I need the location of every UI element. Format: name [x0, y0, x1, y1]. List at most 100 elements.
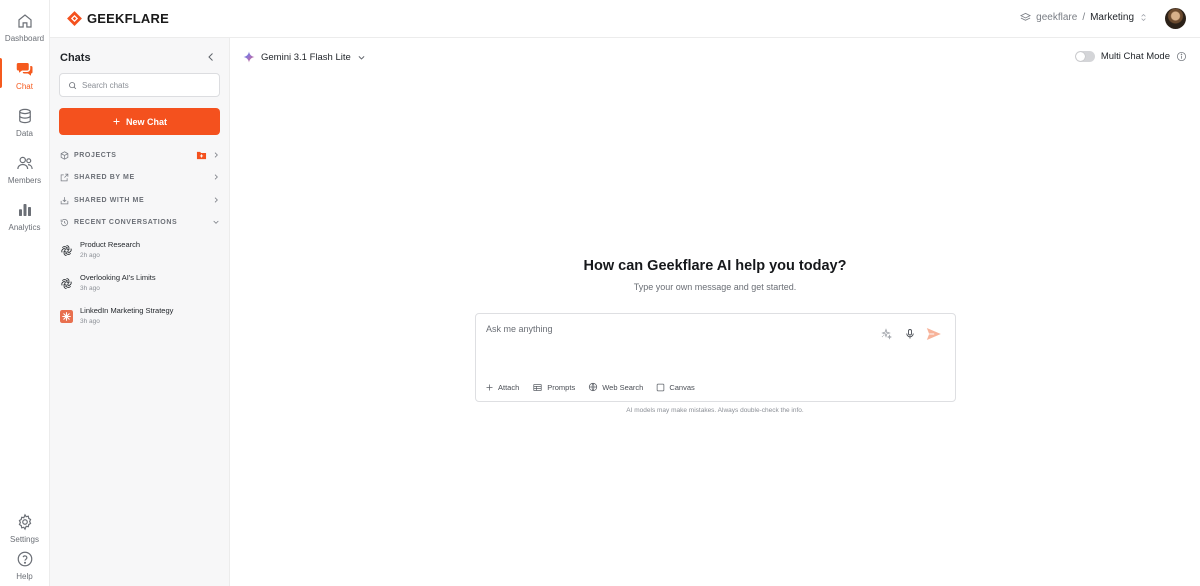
model-name: Gemini 3.1 Flash Lite [261, 51, 351, 63]
openai-icon [61, 245, 72, 256]
chevron-down-icon [358, 55, 365, 60]
section-shared-by-me[interactable]: SHARED BY ME [60, 170, 220, 184]
new-chat-button[interactable]: New Chat [59, 108, 220, 135]
section-recent-conversations[interactable]: RECENT CONVERSATIONS [60, 215, 220, 229]
rail-label: Data [16, 129, 33, 138]
search-box [59, 73, 220, 97]
geekflare-logo-icon [67, 11, 82, 26]
workspace-name: geekflare [1036, 12, 1078, 23]
history-icon [60, 218, 69, 226]
gemini-icon [243, 51, 255, 63]
help-circle-icon [17, 551, 32, 567]
attach-button[interactable]: Attach [485, 382, 519, 392]
microphone-icon[interactable] [904, 328, 916, 340]
tool-label: Attach [498, 382, 520, 392]
rail-item-analytics[interactable]: Analytics [0, 201, 49, 232]
multi-chat-control: Multi Chat Mode [1074, 51, 1187, 62]
openai-icon [61, 278, 72, 289]
chevron-right-icon [214, 174, 218, 180]
cube-icon [60, 150, 69, 160]
section-shared-with-me[interactable]: SHARED WITH ME [60, 193, 220, 207]
chat-bubbles-icon [16, 63, 32, 76]
team-name: Marketing [1090, 12, 1134, 23]
brand-name: GEEKFLARE [87, 11, 169, 26]
message-input[interactable] [486, 324, 866, 364]
chevron-right-icon [214, 152, 218, 158]
rail-label: Chat [16, 82, 33, 91]
conversation-title: LinkedIn Marketing Strategy [80, 306, 174, 315]
inbox-icon [60, 196, 69, 204]
prompts-icon [533, 383, 542, 391]
rail-item-settings[interactable]: Settings [0, 513, 49, 544]
conversation-time: 3h ago [80, 318, 100, 325]
rail-item-dashboard[interactable]: Dashboard [0, 12, 49, 43]
conversation-title: Overlooking AI's Limits [80, 273, 156, 282]
home-icon [17, 14, 32, 28]
multi-chat-toggle[interactable] [1074, 51, 1095, 62]
chevron-left-icon[interactable] [205, 51, 217, 63]
chevron-right-icon [214, 197, 218, 203]
top-header: GEEKFLARE geekflare / Marketing [50, 0, 1200, 38]
conversation-time: 2h ago [80, 252, 100, 259]
globe-icon [589, 382, 598, 392]
workspace-switcher[interactable]: geekflare / Marketing [1020, 12, 1148, 23]
rail-item-help[interactable]: Help [0, 550, 49, 581]
tool-label: Canvas [669, 382, 695, 392]
section-projects[interactable]: PROJECTS [60, 148, 220, 162]
rail-label: Settings [10, 535, 39, 544]
plus-icon [486, 384, 493, 390]
add-folder-icon[interactable] [196, 150, 207, 160]
composer-tools: Attach Prompts Web Search Canvas [485, 382, 695, 392]
new-chat-label: New Chat [125, 116, 167, 127]
layers-icon [1020, 12, 1032, 21]
prompts-button[interactable]: Prompts [532, 382, 575, 392]
bar-chart-icon [18, 204, 31, 216]
ai-disclaimer: AI models may make mistakes. Always doub… [626, 407, 804, 414]
multi-chat-label: Multi Chat Mode [1100, 51, 1170, 62]
sidebar-title: Chats [60, 52, 91, 64]
tool-label: Prompts [547, 382, 576, 392]
send-icon[interactable] [925, 326, 942, 342]
rail-label: Members [7, 176, 42, 185]
section-label: RECENT CONVERSATIONS [74, 218, 178, 226]
section-label: PROJECTS [74, 151, 117, 159]
rail-label: Dashboard [4, 34, 45, 43]
conversation-item[interactable]: Overlooking AI's Limits 3h ago [60, 272, 220, 300]
user-avatar[interactable] [1165, 8, 1186, 29]
database-icon [18, 108, 31, 124]
search-icon [69, 81, 77, 89]
conversation-time: 3h ago [80, 285, 100, 292]
rail-label: Analytics [8, 223, 41, 232]
gear-icon [18, 513, 31, 531]
chats-sidebar: Chats New Chat PROJECTS SHARED BY ME SHA… [50, 38, 230, 586]
hero-subtitle: Type your own message and get started. [633, 282, 797, 292]
claude-icon [60, 310, 73, 323]
chevron-down-icon [213, 220, 219, 224]
model-selector[interactable]: Gemini 3.1 Flash Lite [243, 51, 366, 63]
canvas-button[interactable]: Canvas [656, 382, 695, 392]
rail-item-data[interactable]: Data [0, 107, 49, 138]
info-icon[interactable] [1176, 51, 1187, 62]
share-out-icon [60, 173, 69, 181]
section-label: SHARED WITH ME [74, 196, 145, 204]
sparkle-enhance-icon[interactable] [880, 328, 892, 340]
conversation-item[interactable]: Product Research 2h ago [60, 239, 220, 267]
search-input[interactable] [82, 80, 212, 90]
rail-item-chat[interactable]: Chat [0, 60, 49, 91]
workspace-separator: / [1082, 12, 1086, 23]
conversation-item[interactable]: LinkedIn Marketing Strategy 3h ago [60, 305, 220, 333]
section-label: SHARED BY ME [74, 173, 135, 181]
plus-icon [113, 118, 120, 125]
chevron-up-down-icon [1141, 13, 1146, 22]
web-search-button[interactable]: Web Search [588, 382, 643, 392]
icon-rail: Dashboard Chat Data Members Analytics Se… [0, 0, 50, 586]
canvas-icon [657, 383, 665, 391]
rail-item-members[interactable]: Members [0, 154, 49, 185]
rail-label: Help [16, 572, 33, 581]
brand-logo[interactable]: GEEKFLARE [66, 10, 169, 27]
hero-title: How can Geekflare AI help you today? [583, 258, 847, 274]
users-icon [16, 156, 33, 170]
tool-label: Web Search [602, 382, 644, 392]
conversation-title: Product Research [80, 240, 141, 249]
message-composer: Attach Prompts Web Search Canvas [475, 313, 956, 402]
